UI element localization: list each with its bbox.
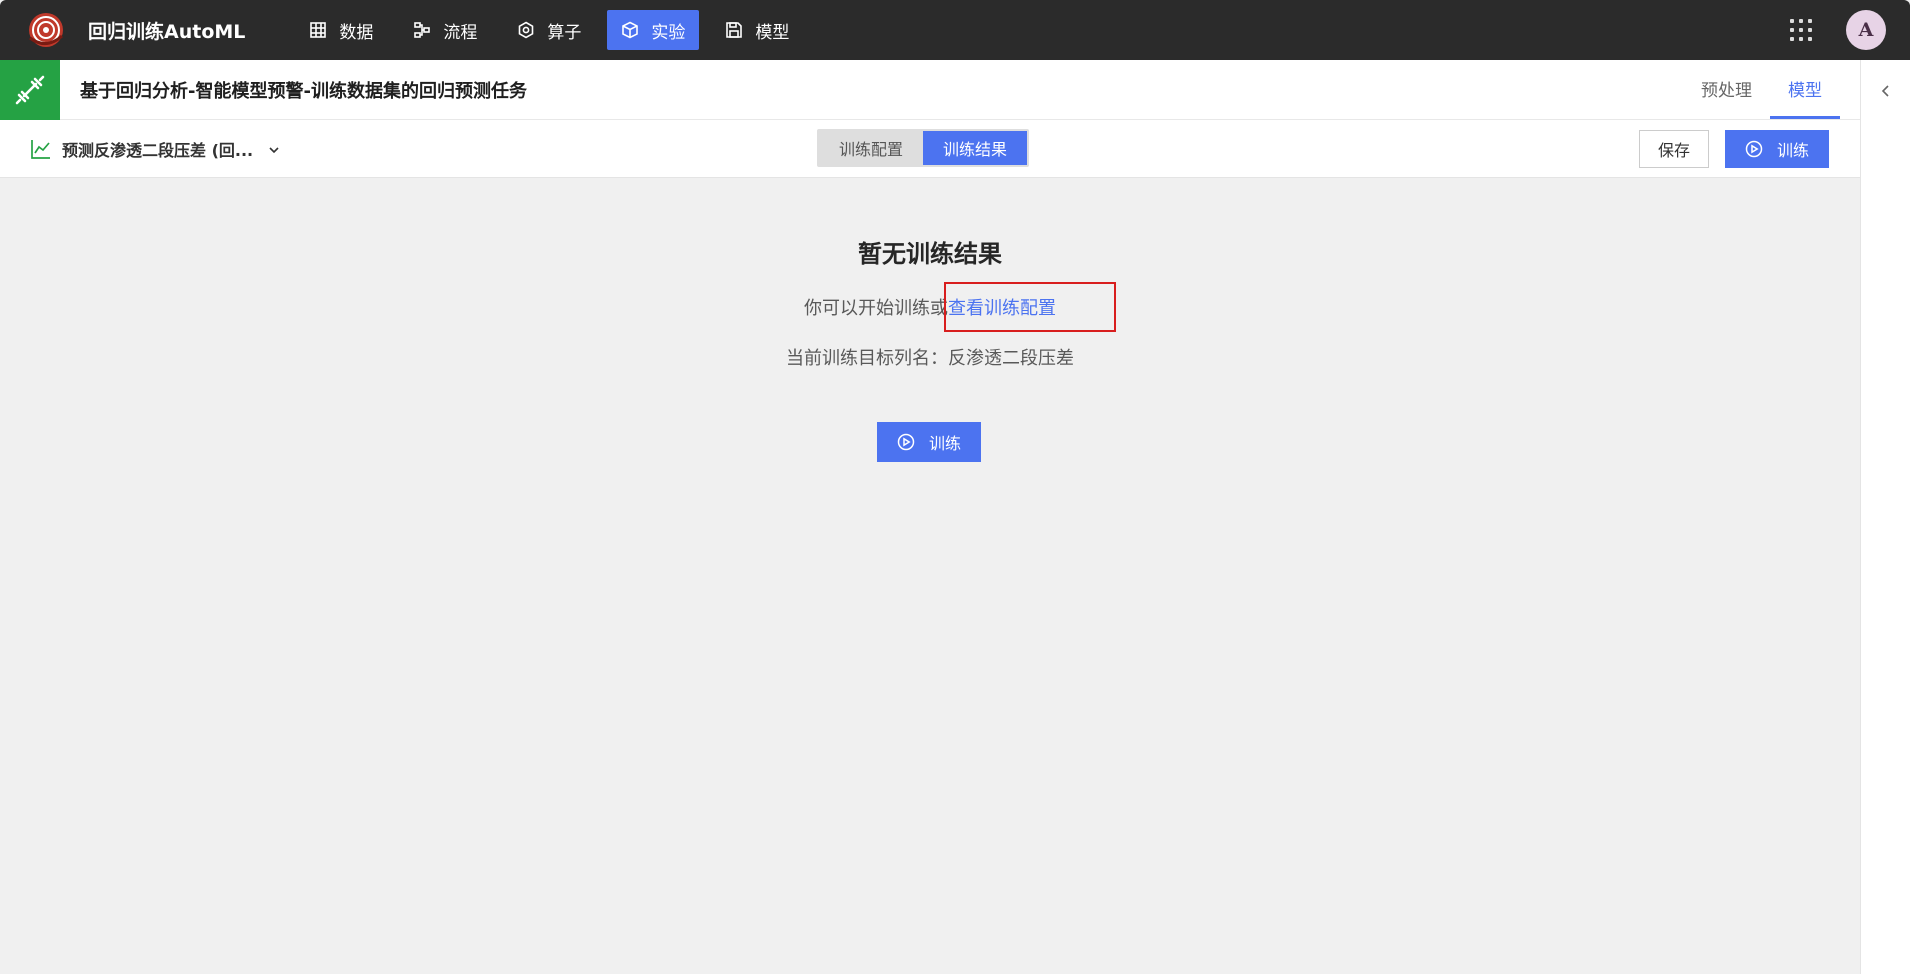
chevron-left-icon[interactable] bbox=[1877, 82, 1895, 100]
hexagon-gear-icon bbox=[517, 21, 535, 39]
nav-item-model[interactable]: 模型 bbox=[711, 10, 803, 50]
nav-item-flow[interactable]: 流程 bbox=[399, 10, 491, 50]
tab-model[interactable]: 模型 bbox=[1770, 60, 1840, 119]
task-tabs: 预处理 模型 bbox=[1683, 60, 1840, 119]
experiment-toolbar: 预测反渗透二段压差 (回... 训练配置 训练结果 保存 训练 bbox=[0, 120, 1860, 178]
save-disk-icon bbox=[725, 21, 743, 39]
top-right-actions: A bbox=[1790, 10, 1910, 50]
start-train-button[interactable]: 训练 bbox=[877, 422, 982, 462]
play-circle-icon bbox=[897, 433, 915, 451]
cube-icon bbox=[621, 21, 639, 39]
train-button-label: 训练 bbox=[1776, 140, 1809, 160]
user-avatar[interactable]: A bbox=[1846, 10, 1886, 50]
empty-title: 暂无训练结果 bbox=[858, 240, 1002, 268]
nav-item-operators[interactable]: 算子 bbox=[503, 10, 595, 50]
nav-item-label: 实验 bbox=[651, 22, 686, 43]
current-target-value: 反渗透二段压差 bbox=[948, 348, 1074, 369]
task-header: 基于回归分析-智能模型预警-训练数据集的回归预测任务 预处理 模型 bbox=[0, 59, 1860, 120]
empty-results-panel: 暂无训练结果 你可以开始训练或查看训练配置 当前训练目标列名：反渗透二段压差 训… bbox=[0, 178, 1860, 974]
task-title: 基于回归分析-智能模型预警-训练数据集的回归预测任务 bbox=[80, 80, 527, 102]
target-dropdown[interactable]: 预测反渗透二段压差 (回... bbox=[30, 137, 281, 161]
table-icon bbox=[309, 21, 327, 39]
current-target-info: 当前训练目标列名：反渗透二段压差 bbox=[0, 344, 1860, 370]
main-nav: 数据 流程 算子 实验 模型 bbox=[295, 0, 815, 60]
nav-item-label: 流程 bbox=[443, 22, 478, 43]
current-target-label: 当前训练目标列名： bbox=[786, 348, 948, 369]
right-side-rail bbox=[1860, 60, 1910, 974]
segment-train-config[interactable]: 训练配置 bbox=[819, 131, 923, 165]
train-button[interactable]: 训练 bbox=[1724, 129, 1829, 168]
line-chart-icon bbox=[30, 138, 52, 160]
nav-item-label: 模型 bbox=[755, 22, 790, 43]
app-logo-icon[interactable] bbox=[26, 10, 66, 50]
chevron-down-icon bbox=[267, 142, 281, 156]
dumbbell-icon bbox=[0, 59, 60, 120]
start-train-button-label: 训练 bbox=[929, 434, 962, 453]
tab-preprocess[interactable]: 预处理 bbox=[1683, 60, 1770, 119]
nav-item-label: 数据 bbox=[339, 22, 374, 43]
nav-item-data[interactable]: 数据 bbox=[295, 10, 387, 50]
segment-train-results[interactable]: 训练结果 bbox=[923, 131, 1028, 165]
save-button[interactable]: 保存 bbox=[1638, 129, 1709, 168]
view-train-config-link[interactable]: 查看训练配置 bbox=[948, 298, 1056, 319]
app-grid-icon[interactable] bbox=[1790, 19, 1812, 41]
empty-hint: 你可以开始训练或查看训练配置 bbox=[0, 282, 1860, 332]
flow-icon bbox=[413, 21, 431, 39]
toolbar-actions: 保存 训练 bbox=[1638, 129, 1829, 168]
nav-item-label: 算子 bbox=[547, 22, 582, 43]
top-navbar: 回归训练AutoML 数据 流程 算子 实验 模型 A bbox=[0, 0, 1910, 60]
app-title: 回归训练AutoML bbox=[88, 20, 246, 43]
target-dropdown-label: 预测反渗透二段压差 (回... bbox=[62, 140, 254, 160]
play-circle-icon bbox=[1745, 140, 1763, 158]
view-segmented-control: 训练配置 训练结果 bbox=[817, 129, 1030, 167]
nav-item-experiment[interactable]: 实验 bbox=[607, 10, 700, 50]
empty-hint-text: 你可以开始训练或 bbox=[804, 298, 948, 319]
